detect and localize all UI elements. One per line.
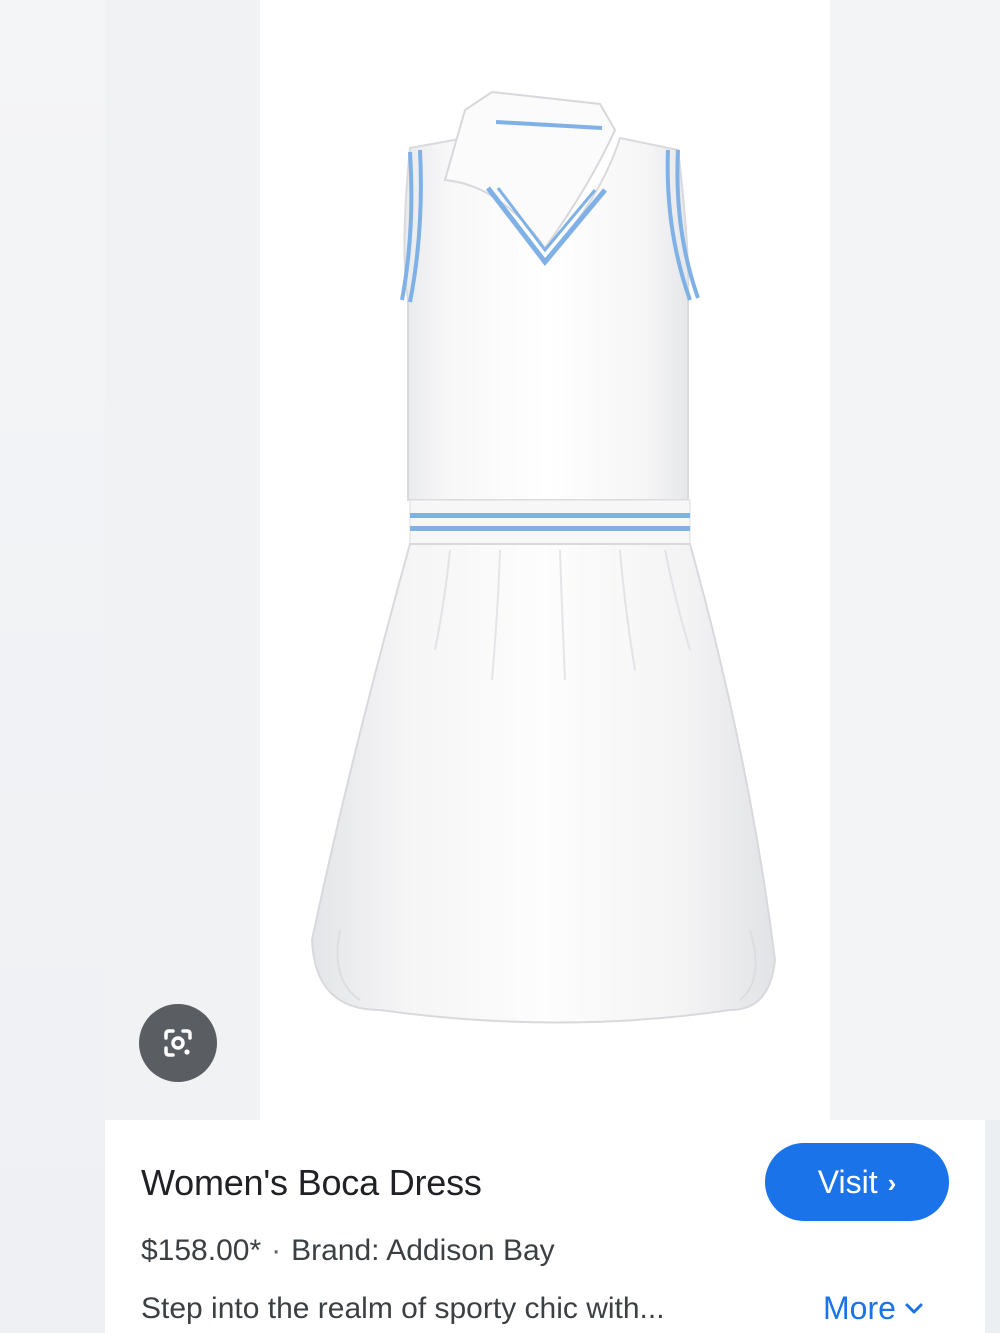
chevron-down-icon	[905, 1303, 923, 1313]
dress-waistband	[409, 499, 691, 545]
visit-label: Visit	[817, 1163, 878, 1200]
background-strip-right	[830, 0, 1000, 1120]
search-result-page: Women's Boca Dress Visit › $158.00* · Bran…	[0, 0, 1000, 1333]
visit-button[interactable]: Visit ›	[765, 1143, 949, 1221]
product-image-panel[interactable]	[260, 0, 830, 1120]
dress-skirt	[310, 543, 777, 1024]
meta-separator: ·	[271, 1234, 282, 1267]
google-lens-icon	[164, 1029, 192, 1057]
waist-stripe-2	[410, 526, 690, 531]
more-button[interactable]: More	[823, 1290, 924, 1327]
product-price: $158.00*	[141, 1234, 262, 1267]
product-image[interactable]	[260, 0, 830, 1120]
product-description: Step into the realm of sporty chic with.…	[141, 1292, 665, 1325]
product-title[interactable]: Women's Boca Dress	[141, 1162, 482, 1204]
more-label: More	[823, 1290, 896, 1326]
product-info-card: Women's Boca Dress Visit › $158.00* · Bran…	[105, 1120, 985, 1333]
background-strip-mid	[105, 0, 260, 1120]
chevron-right-icon: ›	[887, 1168, 897, 1198]
product-meta: $158.00* · Brand: Addison Bay	[141, 1234, 555, 1268]
product-brand: Brand: Addison Bay	[291, 1234, 555, 1267]
google-lens-button[interactable]	[139, 1004, 217, 1082]
background-strip-left	[0, 0, 105, 1333]
waist-stripe-1	[410, 513, 690, 518]
